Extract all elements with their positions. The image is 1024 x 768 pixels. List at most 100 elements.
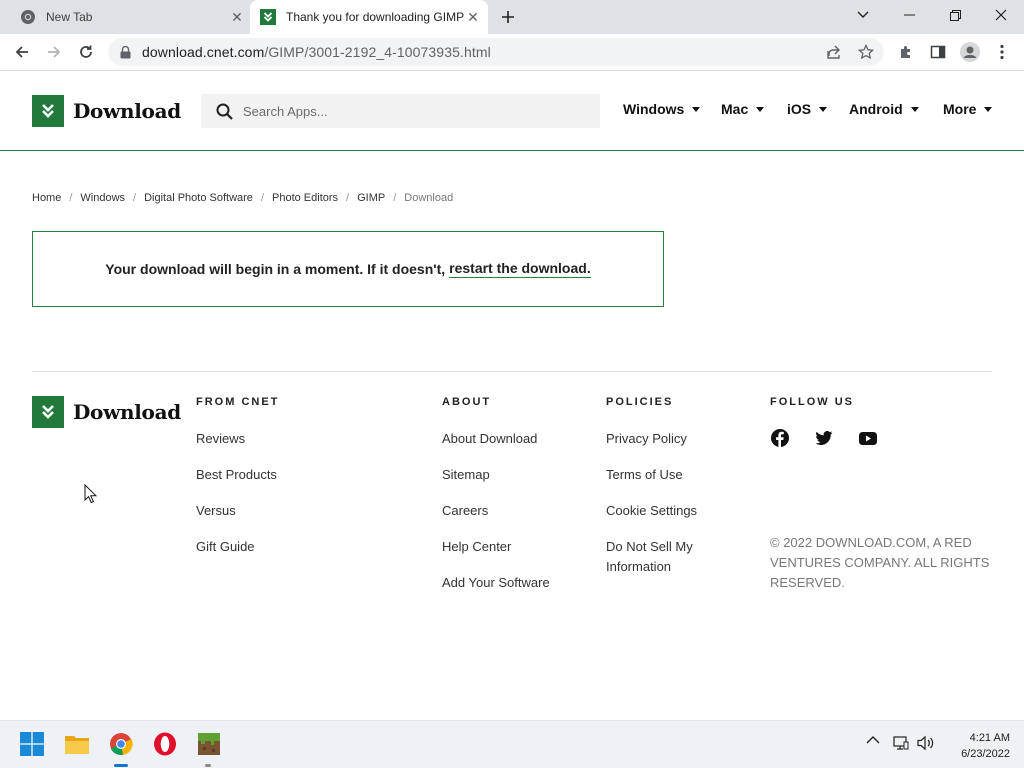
logo-text: Download — [73, 99, 181, 123]
windows-start-icon[interactable] — [18, 730, 46, 758]
side-panel-icon[interactable] — [924, 38, 952, 66]
caret-down-icon — [984, 106, 993, 112]
address-bar[interactable]: download.cnet.com/GIMP/3001-2192_4-10073… — [108, 38, 884, 66]
footer-link-careers[interactable]: Careers — [442, 501, 550, 521]
bookmark-star-icon[interactable] — [852, 38, 880, 66]
footer-heading: FROM CNET — [196, 396, 280, 408]
footer-link-help-center[interactable]: Help Center — [442, 537, 550, 557]
share-icon[interactable] — [820, 38, 848, 66]
mouse-cursor-icon — [84, 483, 98, 509]
footer-heading: FOLLOW US — [770, 396, 854, 408]
tab-new-tab[interactable]: New Tab ✕ — [8, 0, 246, 34]
site-header: Download Windows Mac iOS Android More — [0, 71, 1024, 151]
tab-search-icon[interactable] — [840, 0, 886, 30]
copyright-text: © 2022 DOWNLOAD.COM, A RED VENTURES COMP… — [770, 535, 990, 590]
download-logo-icon — [32, 95, 64, 127]
nav-more[interactable]: More — [943, 101, 993, 117]
footer-divider — [32, 371, 992, 372]
opera-icon[interactable] — [151, 730, 179, 758]
footer-link-privacy-policy[interactable]: Privacy Policy — [606, 429, 756, 449]
breadcrumb-separator: / — [133, 192, 137, 204]
close-tab-icon[interactable]: ✕ — [464, 8, 482, 26]
youtube-icon[interactable] — [858, 428, 878, 448]
menu-kebab-icon[interactable] — [988, 38, 1016, 66]
caret-down-icon — [756, 106, 765, 112]
tab-title: New Tab — [46, 10, 93, 24]
footer-link-gift-guide[interactable]: Gift Guide — [196, 537, 279, 557]
caret-down-icon — [819, 106, 828, 112]
breadcrumb-home[interactable]: Home — [32, 192, 61, 204]
footer-col-follow-us: FOLLOW US — [770, 396, 902, 448]
download-logo-icon — [32, 396, 64, 428]
taskbar-clock[interactable]: 4:21 AM 6/23/2022 — [940, 730, 1010, 762]
footer-col-from-cnet: FROM CNET Reviews Best Products Versus G… — [196, 396, 279, 557]
reload-button[interactable] — [72, 38, 100, 66]
breadcrumb-gimp[interactable]: GIMP — [357, 192, 385, 204]
chrome-icon[interactable] — [107, 730, 135, 758]
footer-link-terms-of-use[interactable]: Terms of Use — [606, 465, 756, 485]
footer-link-reviews[interactable]: Reviews — [196, 429, 279, 449]
profile-avatar-icon[interactable] — [956, 38, 984, 66]
url-path: /GIMP/3001-2192_4-10073935.html — [264, 44, 491, 60]
download-favicon — [260, 9, 276, 25]
nav-windows[interactable]: Windows — [623, 101, 701, 117]
footer-link-versus[interactable]: Versus — [196, 501, 279, 521]
download-notice: Your download will begin in a moment. If… — [32, 231, 664, 307]
new-tab-button[interactable] — [497, 6, 519, 28]
footer-col-about: ABOUT About Download Sitemap Careers Hel… — [442, 396, 550, 593]
footer-link-do-not-sell[interactable]: Do Not Sell My Information — [606, 537, 716, 577]
twitter-icon[interactable] — [814, 428, 834, 448]
footer-download-logo[interactable]: Download — [32, 396, 181, 428]
url-text: download.cnet.com/GIMP/3001-2192_4-10073… — [142, 44, 491, 60]
breadcrumb: Home / Windows / Digital Photo Software … — [32, 192, 453, 204]
nav-mac[interactable]: Mac — [721, 101, 765, 117]
nav-ios[interactable]: iOS — [787, 101, 828, 117]
search-box[interactable] — [201, 94, 600, 128]
footer-link-sitemap[interactable]: Sitemap — [442, 465, 550, 485]
minecraft-icon[interactable] — [195, 730, 223, 758]
nav-label: More — [943, 101, 977, 117]
breadcrumb-separator: / — [346, 192, 350, 204]
nav-label: Mac — [721, 101, 749, 117]
breadcrumb-separator: / — [260, 192, 264, 204]
caret-down-icon — [910, 106, 919, 112]
show-hidden-icons-button[interactable] — [866, 735, 880, 744]
tab-download[interactable]: Thank you for downloading GIMP ✕ — [250, 0, 488, 34]
forward-button[interactable] — [40, 38, 68, 66]
footer-heading: POLICIES — [606, 396, 674, 408]
breadcrumb-separator: / — [393, 192, 397, 204]
breadcrumb-photo-editors[interactable]: Photo Editors — [272, 192, 338, 204]
lock-icon[interactable] — [120, 45, 134, 59]
footer-link-cookie-settings[interactable]: Cookie Settings — [606, 501, 756, 521]
caret-down-icon — [692, 106, 701, 112]
nav-label: Android — [849, 101, 903, 117]
restart-download-link[interactable]: restart the download. — [449, 260, 591, 278]
breadcrumb-digital-photo-software[interactable]: Digital Photo Software — [144, 192, 253, 204]
volume-icon[interactable] — [917, 735, 935, 751]
network-icon[interactable] — [893, 735, 909, 751]
restore-button[interactable] — [932, 0, 978, 30]
back-button[interactable] — [8, 38, 36, 66]
breadcrumb-separator: / — [69, 192, 73, 204]
footer-link-add-your-software[interactable]: Add Your Software — [442, 573, 550, 593]
breadcrumb-windows[interactable]: Windows — [80, 192, 125, 204]
tab-title: Thank you for downloading GIMP — [286, 10, 464, 24]
extensions-icon[interactable] — [892, 38, 920, 66]
clock-time: 4:21 AM — [969, 732, 1010, 744]
search-input[interactable] — [243, 103, 573, 119]
file-explorer-icon[interactable] — [63, 730, 91, 758]
close-window-button[interactable] — [978, 0, 1024, 30]
download-logo[interactable]: Download — [32, 95, 181, 127]
search-icon[interactable] — [216, 103, 233, 120]
facebook-icon[interactable] — [770, 428, 790, 448]
minimize-button[interactable] — [886, 0, 932, 30]
nav-label: Windows — [623, 101, 685, 117]
footer-link-best-products[interactable]: Best Products — [196, 465, 279, 485]
close-tab-icon[interactable]: ✕ — [228, 8, 246, 26]
active-app-indicator — [114, 764, 128, 767]
footer-link-about-download[interactable]: About Download — [442, 429, 550, 449]
footer-col-policies: POLICIES Privacy Policy Terms of Use Coo… — [606, 396, 756, 577]
nav-android[interactable]: Android — [849, 101, 919, 117]
clock-date: 6/23/2022 — [961, 748, 1010, 760]
browser-tab-bar: New Tab ✕ Thank you for downloading GIMP… — [0, 0, 1024, 34]
